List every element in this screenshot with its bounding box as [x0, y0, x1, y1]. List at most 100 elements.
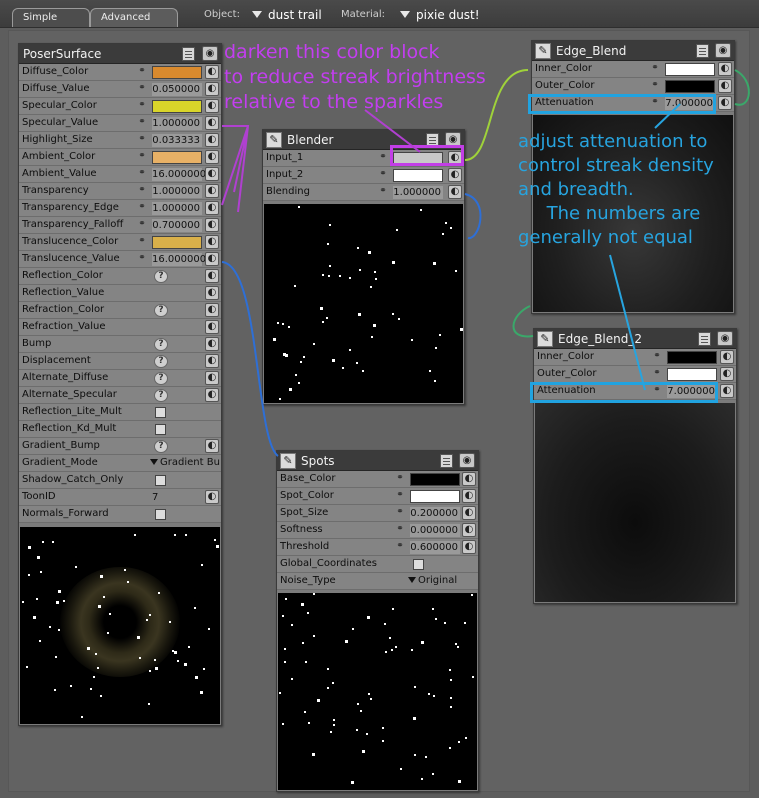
help-question-icon[interactable]: ?: [154, 304, 168, 317]
input-plug-icon[interactable]: ◐: [205, 116, 219, 130]
link-chain-icon[interactable]: ⚭: [134, 84, 150, 93]
link-chain-icon[interactable]: ⚭: [649, 352, 665, 361]
input-plug-icon[interactable]: ◐: [205, 337, 219, 351]
link-chain-icon[interactable]: ⚭: [392, 491, 408, 500]
link-chain-icon[interactable]: ⚭: [134, 118, 150, 127]
input-plug-icon[interactable]: ◐: [462, 540, 476, 554]
help-question-icon[interactable]: ?: [154, 372, 168, 385]
param-row[interactable]: Threshold ⚭ 0.600000 ◐: [277, 539, 478, 556]
node-header[interactable]: ✎ Edge_Blend_2 ◉: [534, 329, 736, 349]
checkbox[interactable]: [155, 424, 166, 435]
input-plug-icon[interactable]: ◐: [205, 371, 219, 385]
param-row[interactable]: ToonID 7 ◐: [19, 489, 221, 506]
input-plug-icon[interactable]: ◐: [205, 252, 219, 266]
input-plug-icon[interactable]: ◐: [448, 168, 462, 182]
param-row[interactable]: Displacement? ◐: [19, 353, 221, 370]
value-field[interactable]: 0.033333: [152, 134, 202, 147]
link-chain-icon[interactable]: ⚭: [134, 169, 150, 178]
param-row[interactable]: Bump? ◐: [19, 336, 221, 353]
param-row[interactable]: Specular_Value ⚭ 1.000000 ◐: [19, 115, 221, 132]
value-field[interactable]: 0.600000: [410, 541, 460, 554]
input-plug-icon[interactable]: ◐: [462, 489, 476, 503]
input-plug-icon[interactable]: ◐: [205, 184, 219, 198]
param-row[interactable]: Alternate_Diffuse? ◐: [19, 370, 221, 387]
value-field[interactable]: 0.700000: [152, 219, 202, 232]
value-field[interactable]: 0.200000: [410, 507, 460, 520]
input-plug-icon[interactable]: ◐: [720, 384, 734, 398]
link-chain-icon[interactable]: ⚭: [392, 525, 408, 534]
param-row[interactable]: Spot_Size ⚭ 0.200000 ◐: [277, 505, 478, 522]
options-menu-icon[interactable]: [698, 332, 711, 346]
param-row[interactable]: Diffuse_Color ⚭ ◐: [19, 64, 221, 81]
value-field[interactable]: 7: [152, 491, 166, 504]
link-chain-icon[interactable]: ⚭: [392, 542, 408, 551]
object-select[interactable]: dust trail: [252, 8, 322, 22]
param-row[interactable]: Transparency_Edge ⚭ 1.000000 ◐: [19, 200, 221, 217]
dropdown-select[interactable]: Gradient Bu: [150, 457, 220, 468]
link-chain-icon[interactable]: ⚭: [649, 369, 665, 378]
value-field[interactable]: 1.000000: [152, 185, 202, 198]
node-header[interactable]: ✎ Spots ◉: [277, 451, 478, 471]
param-row[interactable]: Outer_Color ⚭ ◐: [532, 78, 734, 95]
link-chain-icon[interactable]: ⚭: [392, 474, 408, 483]
link-chain-icon[interactable]: ⚭: [134, 237, 150, 246]
preview-eye-icon[interactable]: ◉: [459, 453, 475, 468]
preview-eye-icon[interactable]: ◉: [202, 46, 218, 61]
input-plug-icon[interactable]: ◐: [462, 506, 476, 520]
node-header[interactable]: PoserSurface ◉: [19, 44, 221, 64]
color-swatch[interactable]: [152, 100, 202, 113]
param-row[interactable]: Ambient_Value ⚭ 16.000000 ◐: [19, 166, 221, 183]
tab-simple[interactable]: Simple: [12, 8, 90, 27]
param-row[interactable]: Base_Color ⚭ ◐: [277, 471, 478, 488]
tab-advanced[interactable]: Advanced: [90, 8, 178, 27]
link-chain-icon[interactable]: ⚭: [134, 152, 150, 161]
color-swatch[interactable]: [410, 473, 460, 486]
param-row[interactable]: Softness ⚭ 0.000000 ◐: [277, 522, 478, 539]
color-swatch[interactable]: [393, 169, 443, 182]
link-chain-icon[interactable]: ⚭: [134, 203, 150, 212]
input-plug-icon[interactable]: ◐: [205, 150, 219, 164]
input-plug-icon[interactable]: ◐: [462, 523, 476, 537]
param-row[interactable]: Reflection_Color? ◐: [19, 268, 221, 285]
spots-node[interactable]: ✎ Spots ◉ Base_Color ⚭ ◐ Spot_Color ⚭ ◐ Spot_S…: [276, 450, 479, 792]
link-chain-icon[interactable]: ⚭: [647, 64, 663, 73]
input-plug-icon[interactable]: ◐: [205, 320, 219, 334]
param-row[interactable]: Alternate_Specular? ◐: [19, 387, 221, 404]
value-field[interactable]: 1.000000: [152, 117, 202, 130]
param-row[interactable]: Blending ⚭ 1.000000 ◐: [263, 184, 464, 201]
preview-eye-icon[interactable]: ◉: [715, 43, 731, 58]
param-row[interactable]: Translucence_Color ⚭ ◐: [19, 234, 221, 251]
input-plug-icon[interactable]: ◐: [205, 303, 219, 317]
param-row[interactable]: Reflection_Lite_Mult: [19, 404, 221, 421]
poser-surface-node[interactable]: PoserSurface ◉ Diffuse_Color ⚭ ◐ Diffuse_Va…: [18, 43, 222, 726]
link-chain-icon[interactable]: ⚭: [375, 170, 391, 179]
link-chain-icon[interactable]: ⚭: [134, 254, 150, 263]
link-chain-icon[interactable]: ⚭: [375, 187, 391, 196]
node-header[interactable]: ✎ Edge_Blend ◉: [532, 41, 734, 61]
checkbox[interactable]: [155, 475, 166, 486]
param-row[interactable]: Diffuse_Value ⚭ 0.050000 ◐: [19, 81, 221, 98]
value-field[interactable]: 0.050000: [152, 83, 202, 96]
param-row[interactable]: Gradient_Bump? ◐: [19, 438, 221, 455]
input-plug-icon[interactable]: ◐: [205, 354, 219, 368]
link-chain-icon[interactable]: ⚭: [392, 508, 408, 517]
param-row[interactable]: Transparency ⚭ 1.000000 ◐: [19, 183, 221, 200]
input-plug-icon[interactable]: ◐: [205, 388, 219, 402]
help-question-icon[interactable]: ?: [154, 338, 168, 351]
param-row[interactable]: Gradient_Mode Gradient Bu: [19, 455, 221, 472]
link-chain-icon[interactable]: ⚭: [647, 81, 663, 90]
help-question-icon[interactable]: ?: [154, 389, 168, 402]
input-plug-icon[interactable]: ◐: [720, 367, 734, 381]
input-plug-icon[interactable]: ◐: [205, 82, 219, 96]
param-row[interactable]: Transparency_Falloff ⚭ 0.700000 ◐: [19, 217, 221, 234]
input-plug-icon[interactable]: ◐: [720, 350, 734, 364]
options-menu-icon[interactable]: [182, 47, 195, 61]
param-row[interactable]: Specular_Color ⚭ ◐: [19, 98, 221, 115]
color-swatch[interactable]: [665, 80, 715, 93]
input-plug-icon[interactable]: ◐: [205, 235, 219, 249]
param-row[interactable]: Spot_Color ⚭ ◐: [277, 488, 478, 505]
color-swatch[interactable]: [667, 351, 717, 364]
color-swatch[interactable]: [152, 236, 202, 249]
param-row[interactable]: Input_2 ⚭ ◐: [263, 167, 464, 184]
help-question-icon[interactable]: ?: [154, 355, 168, 368]
